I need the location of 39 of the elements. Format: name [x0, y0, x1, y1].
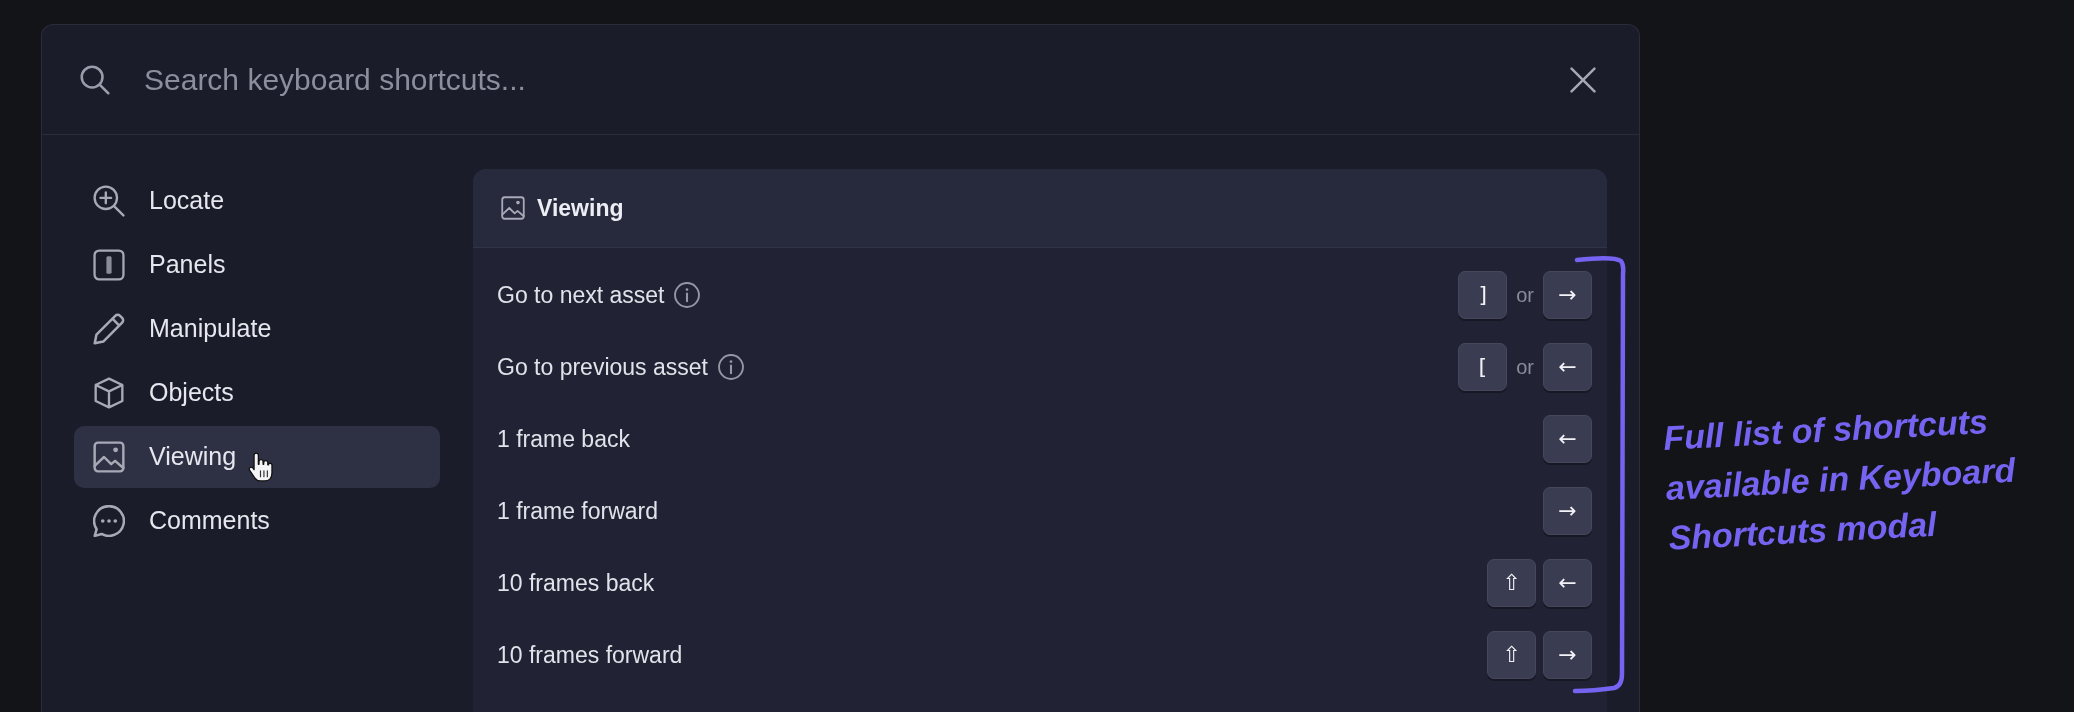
shortcut-label: 10 frames back [497, 568, 655, 598]
cube-icon [93, 377, 125, 409]
sidebar-item[interactable]: Manipulate [74, 298, 440, 360]
annotation-text: Full list of shortcuts available in Keyboard Shortcuts modal [1662, 401, 2018, 559]
shortcut-label: 10 frames forward [497, 640, 683, 670]
keyboard-key: → [1543, 271, 1592, 319]
info-icon[interactable] [674, 282, 701, 308]
shortcut-label: 1 frame forward [497, 496, 659, 526]
separator-text: or [1516, 355, 1534, 380]
shortcut-label: Go to next asset [497, 280, 665, 310]
section-title: Viewing [537, 193, 624, 223]
info-icon[interactable] [717, 354, 744, 380]
image-icon [93, 441, 125, 473]
keyboard-key: [ [1458, 343, 1508, 391]
sidebar-item[interactable]: Panels [74, 234, 440, 296]
shortcut-label: Go to previous asset [497, 352, 708, 382]
close-icon [1570, 66, 1596, 93]
sidebar-item[interactable]: Objects [74, 362, 440, 424]
sidebar-item[interactable]: Locate [74, 170, 440, 232]
separator-text: or [1516, 283, 1534, 308]
close-button[interactable] [1570, 66, 1596, 93]
image-icon [501, 196, 525, 220]
keyboard-key: ← [1543, 343, 1592, 391]
sidebar-item[interactable]: Viewing [74, 426, 440, 488]
zoom-in-icon [93, 185, 125, 217]
pencil-icon [93, 313, 125, 345]
keyboard-key: ⇧ [1487, 559, 1536, 607]
search-field[interactable]: Search keyboard shortcuts... [144, 54, 1550, 105]
keyboard-key: ← [1543, 415, 1592, 463]
keyboard-key: → [1543, 487, 1592, 535]
keyboard-key: → [1543, 631, 1592, 679]
shortcut-label: 1 frame back [497, 424, 630, 454]
keyboard-key: ← [1543, 559, 1592, 607]
panel-icon [93, 249, 125, 281]
sidebar-item[interactable]: Comments [74, 490, 440, 552]
keyboard-key: ⇧ [1487, 631, 1536, 679]
search-icon [80, 64, 110, 95]
comment-icon [93, 505, 125, 537]
keyboard-key: ] [1458, 271, 1508, 319]
